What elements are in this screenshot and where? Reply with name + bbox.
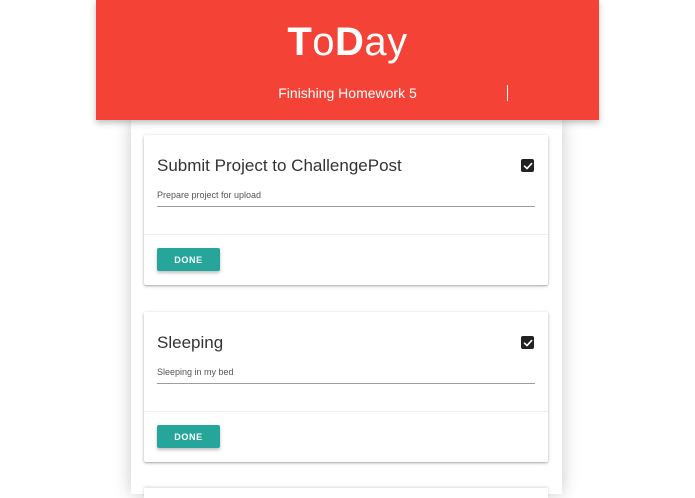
task-description-input[interactable] xyxy=(157,190,535,207)
text-caret xyxy=(507,85,508,101)
check-icon xyxy=(523,339,532,346)
new-task-input[interactable] xyxy=(246,82,449,104)
logo-letters-ay: ay xyxy=(364,20,408,64)
check-icon xyxy=(523,162,532,169)
card-divider xyxy=(144,234,548,235)
task-card: Sleeping DONE xyxy=(144,312,548,462)
task-checkbox[interactable] xyxy=(521,336,534,349)
card-divider xyxy=(144,411,548,412)
done-button[interactable]: DONE xyxy=(157,425,220,448)
task-title: Sleeping xyxy=(157,333,224,352)
logo-letter-o: o xyxy=(312,20,336,64)
task-card-partial xyxy=(144,488,548,498)
task-card: Submit Project to ChallengePost DONE xyxy=(144,135,548,285)
task-title: Submit Project to ChallengePost xyxy=(157,156,402,175)
app-logo: ToDay xyxy=(96,18,599,66)
logo-letter-t: T xyxy=(287,20,313,64)
app-header: ToDay xyxy=(96,0,599,120)
task-description-input[interactable] xyxy=(157,367,535,384)
done-button[interactable]: DONE xyxy=(157,248,220,271)
logo-letter-d: D xyxy=(335,20,365,64)
task-checkbox[interactable] xyxy=(521,159,534,172)
